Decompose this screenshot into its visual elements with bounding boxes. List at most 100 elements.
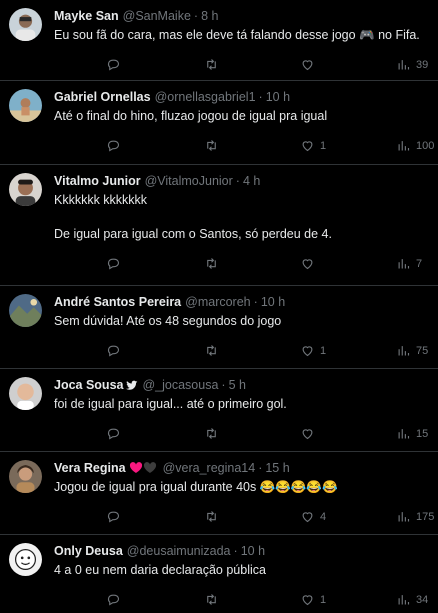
tweet-text: Jogou de igual pra igual durante 40s 😂😂😂…: [54, 480, 338, 494]
tweet[interactable]: André Santos Pereira @marcoreh · 10 h Se…: [0, 286, 438, 369]
hearts-emoji: [129, 462, 159, 474]
display-name[interactable]: Joca Sousa: [54, 377, 123, 393]
reply-button[interactable]: [106, 592, 126, 607]
separator-dot: ·: [235, 174, 240, 188]
timestamp[interactable]: 15 h: [265, 460, 289, 476]
retweet-icon: [207, 511, 216, 522]
avatar[interactable]: [9, 8, 42, 41]
like-button[interactable]: 1: [300, 343, 326, 358]
tweet[interactable]: Mayke San @SanMaike · 8 h Eu sou fã do c…: [0, 0, 438, 81]
retweet-button[interactable]: [204, 509, 224, 524]
user-handle[interactable]: @marcoreh: [185, 294, 251, 310]
avatar[interactable]: [9, 377, 42, 410]
views-button[interactable]: 175: [396, 509, 434, 524]
reply-icon: [107, 59, 120, 71]
reply-icon: [107, 428, 120, 440]
tweet[interactable]: Joca Sousa @_jocasousa · 5 h foi de igua…: [0, 369, 438, 452]
tweet-header: Gabriel Ornellas @ornellasgabriel1 · 10 …: [54, 89, 430, 105]
views-button[interactable]: 7: [396, 256, 422, 271]
tweet-header: Vitalmo Junior @VitalmoJunior · 4 h: [54, 173, 430, 189]
retweet-button[interactable]: [204, 57, 224, 72]
retweet-button[interactable]: [204, 138, 224, 153]
like-button[interactable]: 4: [300, 509, 326, 524]
views-button[interactable]: 75: [396, 343, 428, 358]
like-button[interactable]: 1: [300, 138, 326, 153]
display-name[interactable]: André Santos Pereira: [54, 294, 181, 310]
avatar[interactable]: [9, 543, 42, 576]
user-handle[interactable]: @vera_regina14: [163, 460, 256, 476]
retweet-icon: [207, 258, 216, 269]
user-handle[interactable]: @SanMaike: [123, 8, 191, 24]
tweet-text: Eu sou fã do cara, mas ele deve tá falan…: [54, 28, 420, 42]
retweet-button[interactable]: [204, 426, 224, 441]
timestamp[interactable]: 10 h: [266, 89, 290, 105]
views-icon: [398, 141, 410, 151]
reply-button[interactable]: [106, 138, 126, 153]
tweet-header: Mayke San @SanMaike · 8 h: [54, 8, 430, 24]
heart-icon: [302, 595, 313, 606]
retweet-icon: [207, 345, 216, 356]
avatar[interactable]: [9, 460, 42, 493]
retweet-icon: [207, 59, 216, 70]
tweet[interactable]: Vera Regina @vera_regina14 · 15 h Jogou …: [0, 452, 438, 535]
like-button[interactable]: [300, 256, 320, 271]
like-button[interactable]: 1: [300, 592, 326, 607]
timestamp[interactable]: 4 h: [243, 173, 260, 189]
views-icon: [398, 259, 410, 269]
tweet-actions: 4 175: [54, 504, 434, 530]
views-icon: [398, 512, 410, 522]
retweet-button[interactable]: [204, 256, 224, 271]
retweet-button[interactable]: [204, 343, 224, 358]
retweet-icon: [207, 594, 216, 605]
tweet[interactable]: Gabriel Ornellas @ornellasgabriel1 · 10 …: [0, 81, 438, 165]
reply-button[interactable]: [106, 256, 126, 271]
timestamp[interactable]: 10 h: [261, 294, 285, 310]
views-button[interactable]: 34: [396, 592, 428, 607]
user-handle[interactable]: @_jocasousa: [142, 377, 218, 393]
views-button[interactable]: 100: [396, 138, 434, 153]
tweet-text: Sem dúvida! Até os 48 segundos do jogo: [54, 314, 282, 328]
reply-icon: [107, 594, 120, 606]
user-handle[interactable]: @deusaimunizada: [127, 543, 231, 559]
reply-button[interactable]: [106, 509, 126, 524]
views-count: 15: [416, 427, 429, 440]
separator-dot: ·: [258, 90, 263, 104]
reply-button[interactable]: [106, 57, 126, 72]
views-icon: [398, 429, 410, 439]
display-name[interactable]: Vera Regina: [54, 460, 126, 476]
like-button[interactable]: [300, 57, 320, 72]
separator-dot: ·: [253, 295, 258, 309]
like-count: 4: [320, 510, 327, 523]
display-name[interactable]: Gabriel Ornellas: [54, 89, 151, 105]
display-name[interactable]: Vitalmo Junior: [54, 173, 141, 189]
views-count: 39: [416, 58, 429, 71]
display-name[interactable]: Only Deusa: [54, 543, 123, 559]
tweet-header: André Santos Pereira @marcoreh · 10 h: [54, 294, 430, 310]
user-handle[interactable]: @VitalmoJunior: [145, 173, 233, 189]
heart-icon: [302, 512, 313, 523]
views-icon: [398, 346, 410, 356]
like-count: 1: [320, 344, 327, 357]
views-button[interactable]: 39: [396, 57, 428, 72]
tweet-actions: 1 75: [54, 338, 430, 364]
like-count: 1: [320, 593, 327, 606]
timestamp[interactable]: 5 h: [229, 377, 246, 393]
avatar[interactable]: [9, 89, 42, 122]
tweet-actions: 1 34: [54, 587, 430, 613]
timestamp[interactable]: 10 h: [241, 543, 265, 559]
user-handle[interactable]: @ornellasgabriel1: [155, 89, 256, 105]
reply-button[interactable]: [106, 343, 126, 358]
heart-icon: [302, 60, 313, 71]
heart-icon: [302, 259, 313, 270]
avatar[interactable]: [9, 173, 42, 206]
display-name[interactable]: Mayke San: [54, 8, 119, 24]
reply-button[interactable]: [106, 426, 126, 441]
timestamp[interactable]: 8 h: [201, 8, 218, 24]
retweet-button[interactable]: [204, 592, 224, 607]
tweet[interactable]: Only Deusa @deusaimunizada · 10 h 4 a 0 …: [0, 535, 438, 606]
tweet[interactable]: Vitalmo Junior @VitalmoJunior · 4 h Kkkk…: [0, 165, 438, 286]
reply-icon: [107, 345, 120, 357]
avatar[interactable]: [9, 294, 42, 327]
views-button[interactable]: 15: [396, 426, 428, 441]
like-button[interactable]: [300, 426, 320, 441]
